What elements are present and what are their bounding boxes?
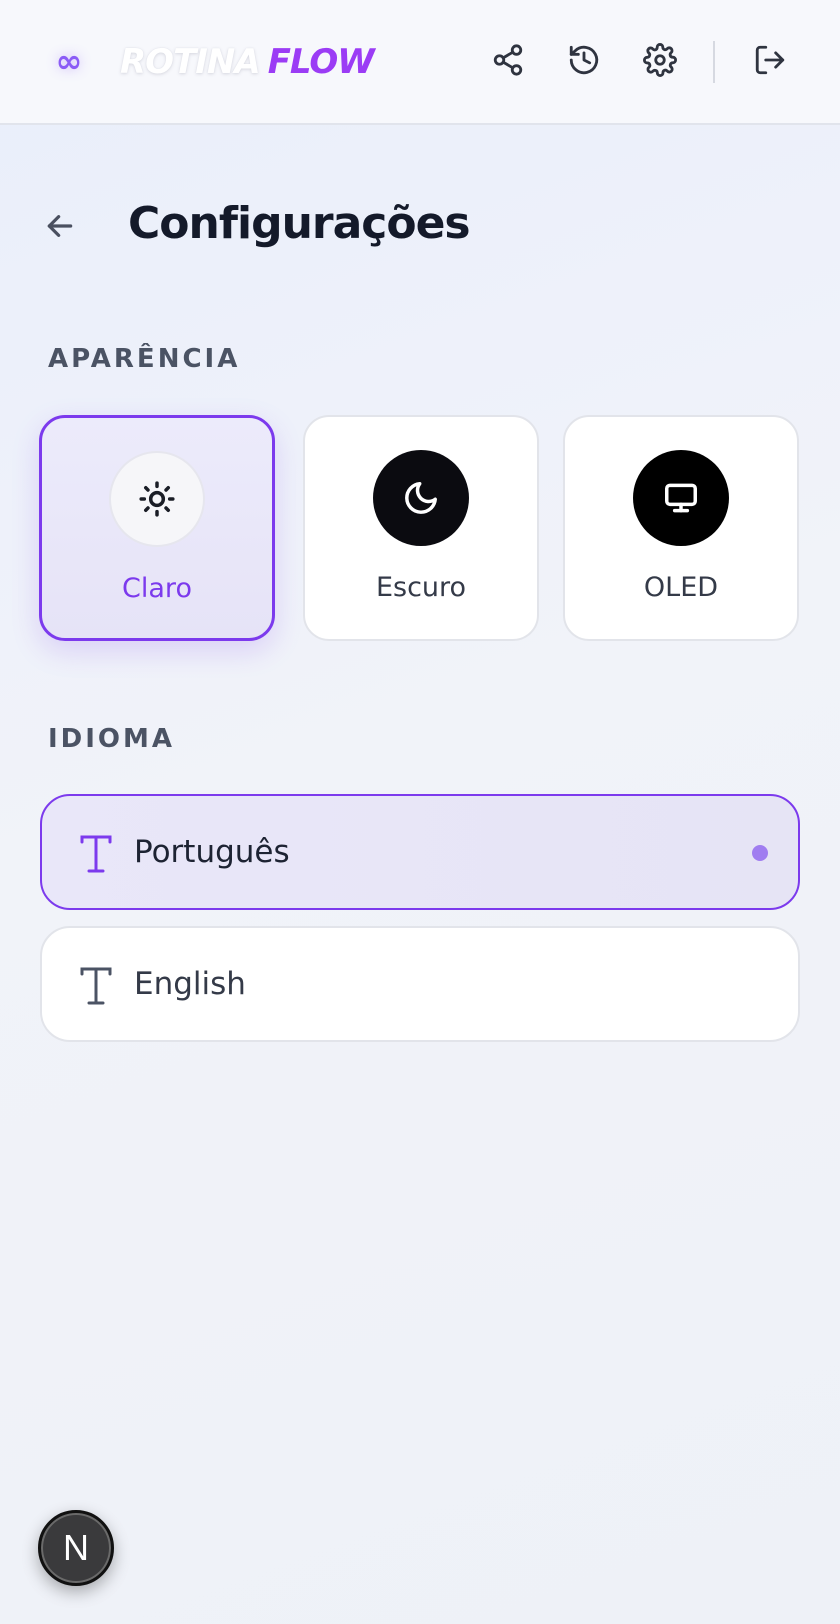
gear-icon xyxy=(643,43,677,77)
logout-button[interactable] xyxy=(750,40,790,80)
type-icon xyxy=(76,964,116,1008)
share-icon xyxy=(493,44,523,76)
arrow-left-icon xyxy=(47,215,73,237)
logout-icon xyxy=(755,45,785,75)
history-icon xyxy=(569,45,599,75)
theme-icon-circle xyxy=(109,451,205,547)
theme-option-label: OLED xyxy=(643,572,719,603)
appearance-section-label: APARÊNCIA xyxy=(48,344,241,374)
app-logo[interactable]: ROTINA FLOW xyxy=(120,40,375,84)
language-option-label: English xyxy=(134,966,246,1002)
language-option-label: Português xyxy=(134,834,290,870)
language-option-portuguese[interactable]: Português xyxy=(40,794,800,910)
page-title: Configurações xyxy=(128,198,471,249)
theme-option-label: Escuro xyxy=(375,572,467,603)
theme-option-oled[interactable]: OLED xyxy=(563,415,799,641)
share-button[interactable] xyxy=(488,40,528,80)
settings-button[interactable] xyxy=(640,40,680,80)
logo-word-rotina: ROTINA xyxy=(120,42,261,82)
language-section-label: IDIOMA xyxy=(48,724,176,754)
moon-icon xyxy=(405,482,437,514)
theme-option-light[interactable]: Claro xyxy=(39,415,275,641)
type-icon xyxy=(76,832,116,876)
back-button[interactable] xyxy=(40,206,80,246)
theme-icon-circle xyxy=(373,450,469,546)
infinity-logo-icon: ∞ xyxy=(55,42,83,80)
logo-word-flow: FLOW xyxy=(267,42,375,82)
sun-icon xyxy=(139,481,175,517)
theme-icon-circle xyxy=(633,450,729,546)
monitor-icon xyxy=(665,483,697,513)
language-option-english[interactable]: English xyxy=(40,926,800,1042)
theme-option-label: Claro xyxy=(122,573,192,604)
header-divider xyxy=(713,41,715,83)
nextjs-dev-badge[interactable]: N xyxy=(38,1510,114,1586)
app-header: ∞ ROTINA FLOW xyxy=(0,0,840,125)
selected-indicator-dot xyxy=(752,845,768,861)
history-button[interactable] xyxy=(564,40,604,80)
theme-option-dark[interactable]: Escuro xyxy=(303,415,539,641)
